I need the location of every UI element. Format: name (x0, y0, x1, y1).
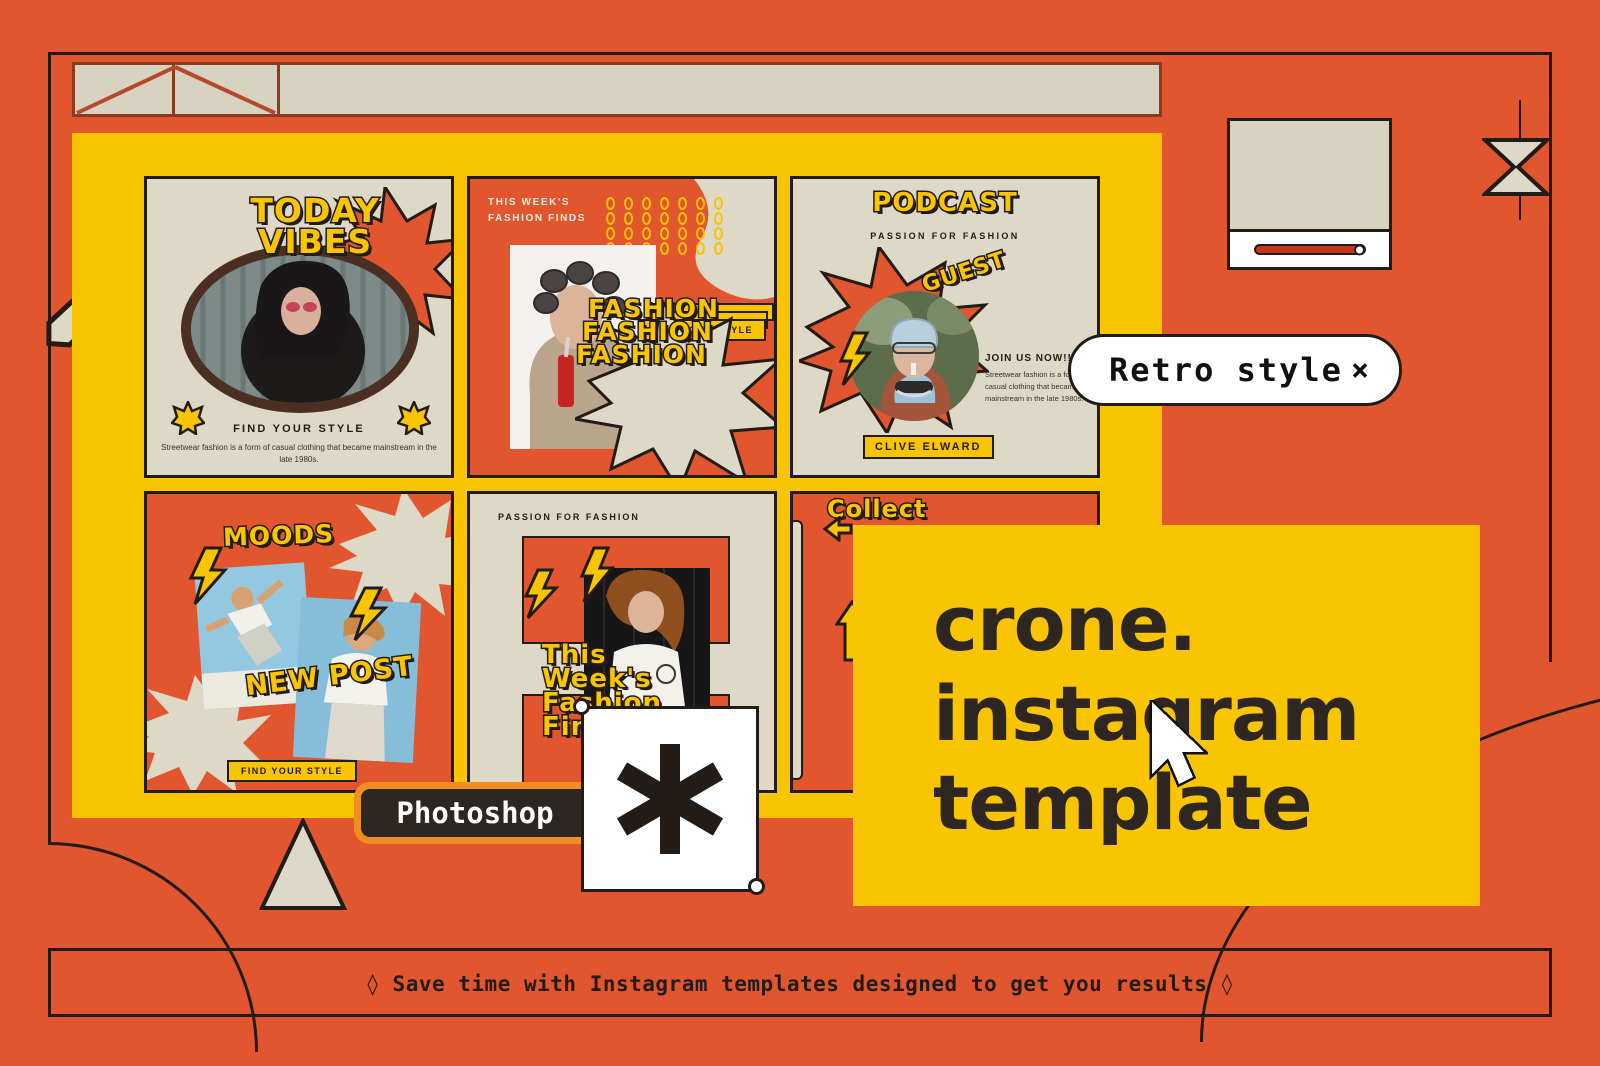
photoshop-badge[interactable]: Photoshop (354, 782, 596, 844)
card-body: Streetwear fashion is a form of casual c… (161, 443, 437, 464)
template-card-fashion-finds[interactable]: THIS WEEK'S FASHION FINDS FIND YOUR STYL… (467, 176, 777, 478)
side-preview-card[interactable] (1227, 118, 1392, 270)
card-eyebrow: THIS WEEK'S FASHION FINDS (488, 195, 586, 227)
photoshop-badge-label: Photoshop (396, 796, 554, 830)
lightning-bolt-icon (187, 546, 229, 611)
card-title: MOODS (221, 518, 336, 554)
footer-tagline: ◊ Save time with Instagram templates des… (0, 958, 1600, 1010)
asterisk-icon (616, 744, 724, 854)
template-card-podcast[interactable]: PODCAST PASSION FOR FASHION GUEST JOIN U… (790, 176, 1100, 478)
card-caption: FIND YOUR STYLE (233, 423, 365, 435)
hourglass-icon (1479, 137, 1553, 202)
card-subtitle: PASSION FOR FASHION (870, 231, 1020, 241)
side-card-footer (1230, 229, 1389, 267)
mouse-cursor-icon (1148, 696, 1211, 793)
side-strip (793, 520, 803, 780)
retro-style-chip[interactable]: Retro style × (1068, 334, 1402, 406)
top-decorative-bar (72, 62, 1162, 117)
card-photo-oval (181, 245, 419, 413)
canvas: TODAY VIBES FIND YOUR STYLE Streetwear f… (0, 0, 1600, 1066)
card-title: FASHION FASHION FASHION (575, 295, 720, 369)
slider-knob[interactable] (1353, 244, 1365, 255)
ribbon-find-your-style[interactable]: FIND YOUR STYLE (227, 760, 357, 782)
frame-top-line (48, 52, 1552, 55)
slider-control[interactable] (1253, 244, 1366, 255)
template-card-moods[interactable]: MOODS NEW POST FIND YOUR STYLE (144, 491, 454, 793)
close-icon[interactable]: × (1351, 353, 1369, 388)
card-caption-block: FIND YOUR STYLE Streetwear fashion is a … (157, 423, 441, 466)
title-line-1: crone. (933, 579, 1197, 668)
resize-handle-top-left[interactable] (573, 698, 590, 715)
guest-name-badge[interactable]: CLIVE ELWARD (863, 435, 994, 459)
truss-diagonals-icon (76, 65, 276, 115)
card-title-line3: FASHION (575, 340, 708, 369)
card-title-line2: VIBES (256, 222, 373, 262)
lightning-bolt-icon-2 (578, 546, 616, 609)
ribbon-label: FIND YOUR STYLE (241, 766, 343, 776)
lightning-bolt-icon-2 (347, 586, 389, 647)
lightning-bolt-icon (522, 568, 560, 625)
arrow-left-icon (822, 514, 853, 547)
asterisk-sticker[interactable] (581, 706, 759, 892)
card-eyebrow-line2: FASHION FINDS (488, 213, 587, 224)
lightning-bolt-icon (837, 331, 873, 392)
card-eyebrow-line1: THIS WEEK'S (488, 197, 571, 208)
triangle-shape (258, 816, 348, 917)
card-title: PODCAST (871, 188, 1018, 218)
chip-label: Retro style (1109, 351, 1343, 389)
card-eyebrow: PASSION FOR FASHION (498, 512, 640, 522)
card-title: TODAY VIBES (215, 192, 415, 262)
footer-tagline-text: ◊ Save time with Instagram templates des… (366, 972, 1234, 996)
resize-handle-bottom-right[interactable] (748, 878, 765, 895)
frame-left-line (48, 52, 51, 842)
template-card-today-vibes[interactable]: TODAY VIBES FIND YOUR STYLE Streetwear f… (144, 176, 454, 478)
corner-arc-bottom-left (48, 842, 258, 1052)
